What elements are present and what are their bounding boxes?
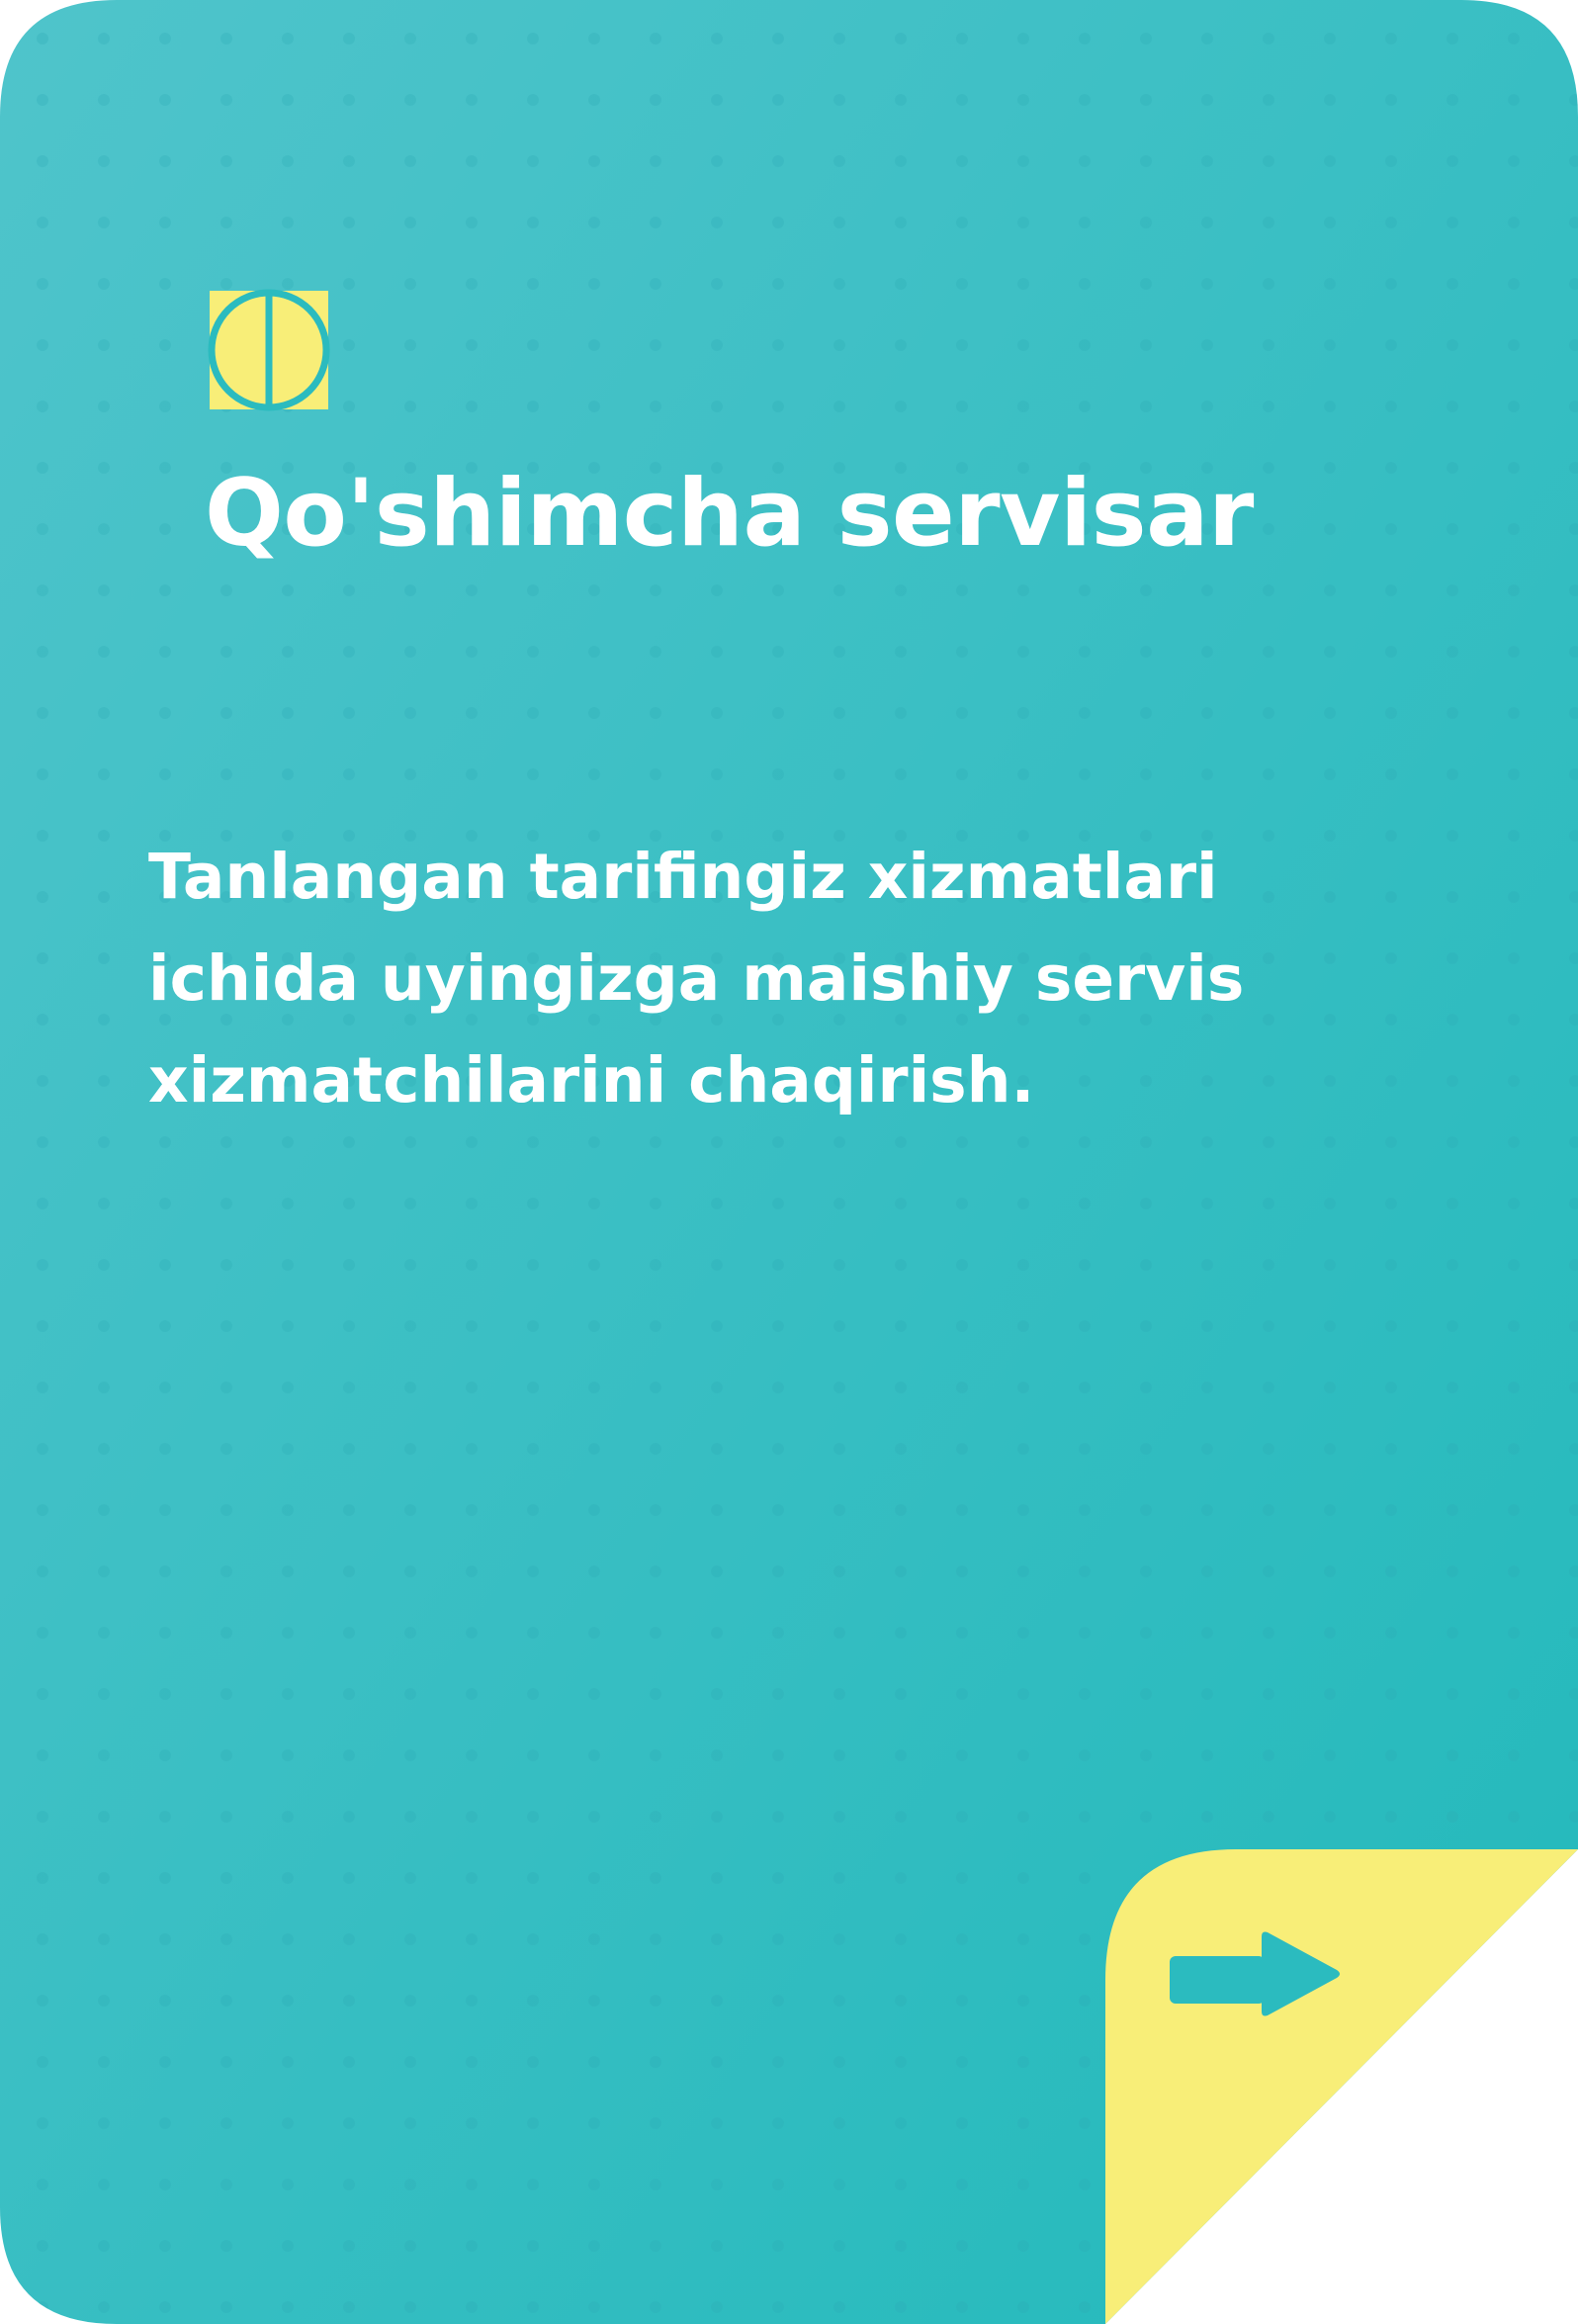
next-button[interactable] [1167, 1928, 1345, 2027]
folded-corner [1105, 1849, 1578, 2324]
description-line: Tanlangan tarifingiz xizmatlari [148, 841, 1218, 913]
description-line: ichida uyingizga maishiy servis [148, 942, 1245, 1015]
arrow-right-icon [1170, 1931, 1340, 2016]
service-description: Tanlangan tarifingiz xizmatlari ichida u… [148, 826, 1434, 1131]
service-card-page: Qo'shimcha servisar Tanlangan tarifingiz… [0, 0, 1578, 2324]
page-title: Qo'shimcha servisar [205, 460, 1254, 568]
circle-split-logo-icon [208, 289, 330, 411]
description-line: xizmatchilarini chaqirish. [148, 1044, 1035, 1117]
